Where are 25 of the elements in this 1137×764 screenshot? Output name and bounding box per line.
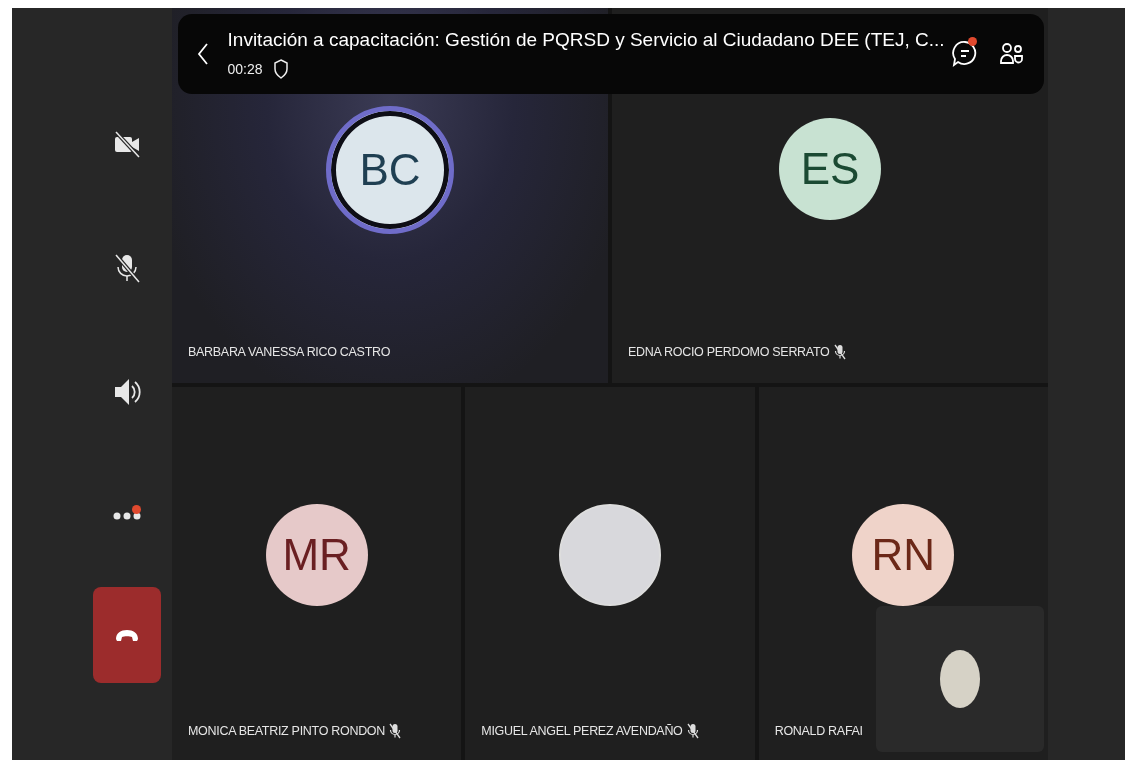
participant-name: MIGUEL ANGEL PEREZ AVENDAÑO	[481, 724, 683, 738]
camera-off-icon	[112, 128, 142, 159]
back-icon	[196, 42, 209, 66]
muted-microphone-icon	[833, 344, 846, 360]
participant-name: BARBARA VANESSA RICO CASTRO	[188, 345, 391, 359]
more-icon	[113, 512, 141, 521]
microphone-off-icon	[112, 251, 142, 284]
muted-microphone-icon	[686, 723, 699, 739]
avatar: BC	[326, 106, 454, 234]
phone-icon	[114, 627, 140, 642]
photo-placeholder	[940, 650, 980, 708]
participant-name: RONALD RAFAI	[774, 724, 863, 738]
avatar: RN	[852, 503, 955, 606]
hang-up-button[interactable]	[93, 586, 161, 683]
avatar: MR	[265, 503, 368, 606]
muted-microphone-icon	[389, 723, 401, 739]
participant-name: EDNA ROCIO PERDOMO SERRATO	[628, 345, 830, 359]
meeting-title: Invitación a capacitación: Gestión de PQRSD y Servicio al Ciudadano DEE (TEJ, C...	[227, 29, 945, 51]
chat-icon	[950, 39, 979, 69]
people-icon	[998, 41, 1025, 67]
avatar: ES	[779, 118, 881, 220]
elapsed-time: 00:28	[227, 61, 263, 77]
notification-dot	[132, 504, 141, 514]
participant-name: MONICA BEATRIZ PINTO RONDON	[188, 724, 385, 738]
shield-icon	[272, 59, 289, 79]
